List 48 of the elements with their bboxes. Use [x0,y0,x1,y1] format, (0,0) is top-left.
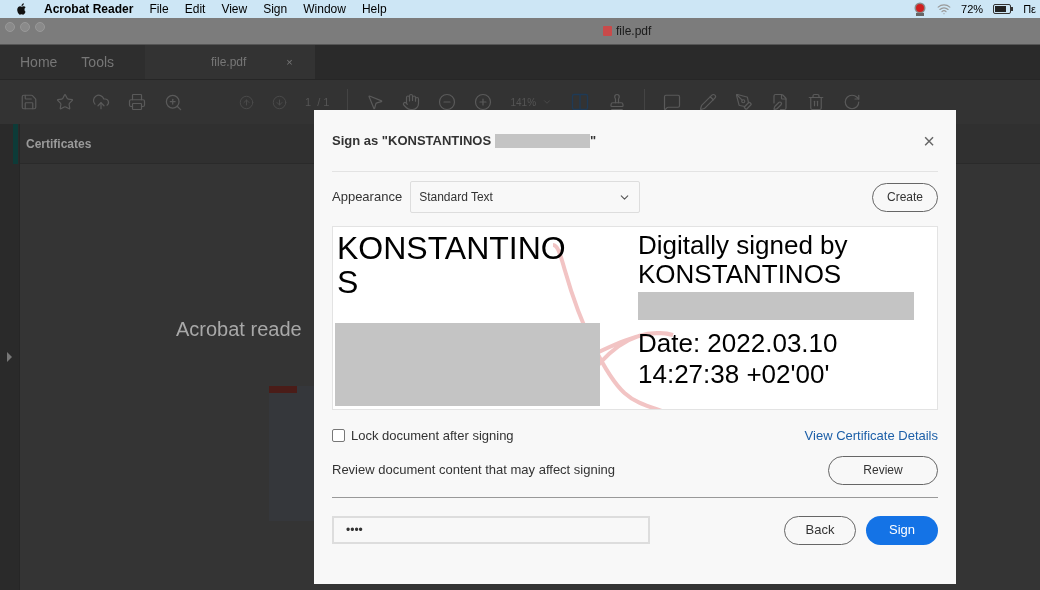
battery-percent: 72% [961,1,984,17]
menu-clock: Πε [1023,1,1036,17]
menu-item[interactable]: Edit [184,0,206,18]
signature-date-line: 14:27:38 +02'00' [638,359,831,390]
menu-item[interactable]: Window [303,0,346,18]
review-text: Review document content that may affect signing [332,461,616,480]
menu-item[interactable]: View [221,0,248,18]
signature-name: KONSTANTINO [337,231,567,265]
pencil-icon[interactable] [699,93,718,111]
document-heading: Acrobat reade [176,317,302,342]
dialog-title: Sign as "KONSTANTINOS [332,131,492,150]
menu-item[interactable]: File [149,0,169,18]
pointer-icon[interactable] [366,93,385,111]
view-certificate-link[interactable]: View Certificate Details [804,426,938,446]
trash-icon[interactable] [807,93,826,111]
app-menu[interactable]: Acrobat Reader [44,0,134,18]
bookmark-tab-icon [269,386,297,393]
lock-checkbox[interactable] [332,429,345,443]
star-icon[interactable] [56,93,74,111]
edit-file-icon[interactable] [771,93,790,111]
menu-item[interactable]: Help [361,0,387,18]
zoom-out-icon[interactable] [438,93,457,111]
pdf-file-icon [603,26,612,36]
page-layout-icon[interactable] [570,92,591,112]
appearance-dropdown[interactable]: Standard Text [410,181,641,213]
comment-icon[interactable] [663,93,682,111]
sign-pen-icon[interactable] [735,93,754,111]
stamp-icon[interactable] [608,93,627,111]
sign-button[interactable]: Sign [866,515,938,545]
apple-logo-icon[interactable] [16,3,27,15]
signature-name: S [337,265,360,299]
menu-item[interactable]: Sign [263,0,288,18]
close-button[interactable]: × [923,130,935,151]
signature-info-line: Digitally signed by [638,231,849,260]
window-title: file.pdf [616,23,652,40]
signature-date-line: Date: 2022.03.10 [638,328,839,359]
password-field[interactable]: •••• [332,516,650,544]
signature-info-line: KONSTANTINOS [638,260,843,289]
hand-icon[interactable] [402,93,421,111]
panel-title: Certificates [26,135,92,153]
expand-panel-icon[interactable] [7,352,12,362]
battery-icon[interactable] [993,4,1014,14]
lock-label: Lock document after signing [351,427,514,445]
rotate-icon[interactable] [843,93,862,111]
status-app-icon[interactable] [913,2,928,16]
appearance-label: Appearance [332,188,403,207]
dialog-title-quote: " [590,131,597,150]
zoom-in-icon[interactable] [474,93,493,111]
